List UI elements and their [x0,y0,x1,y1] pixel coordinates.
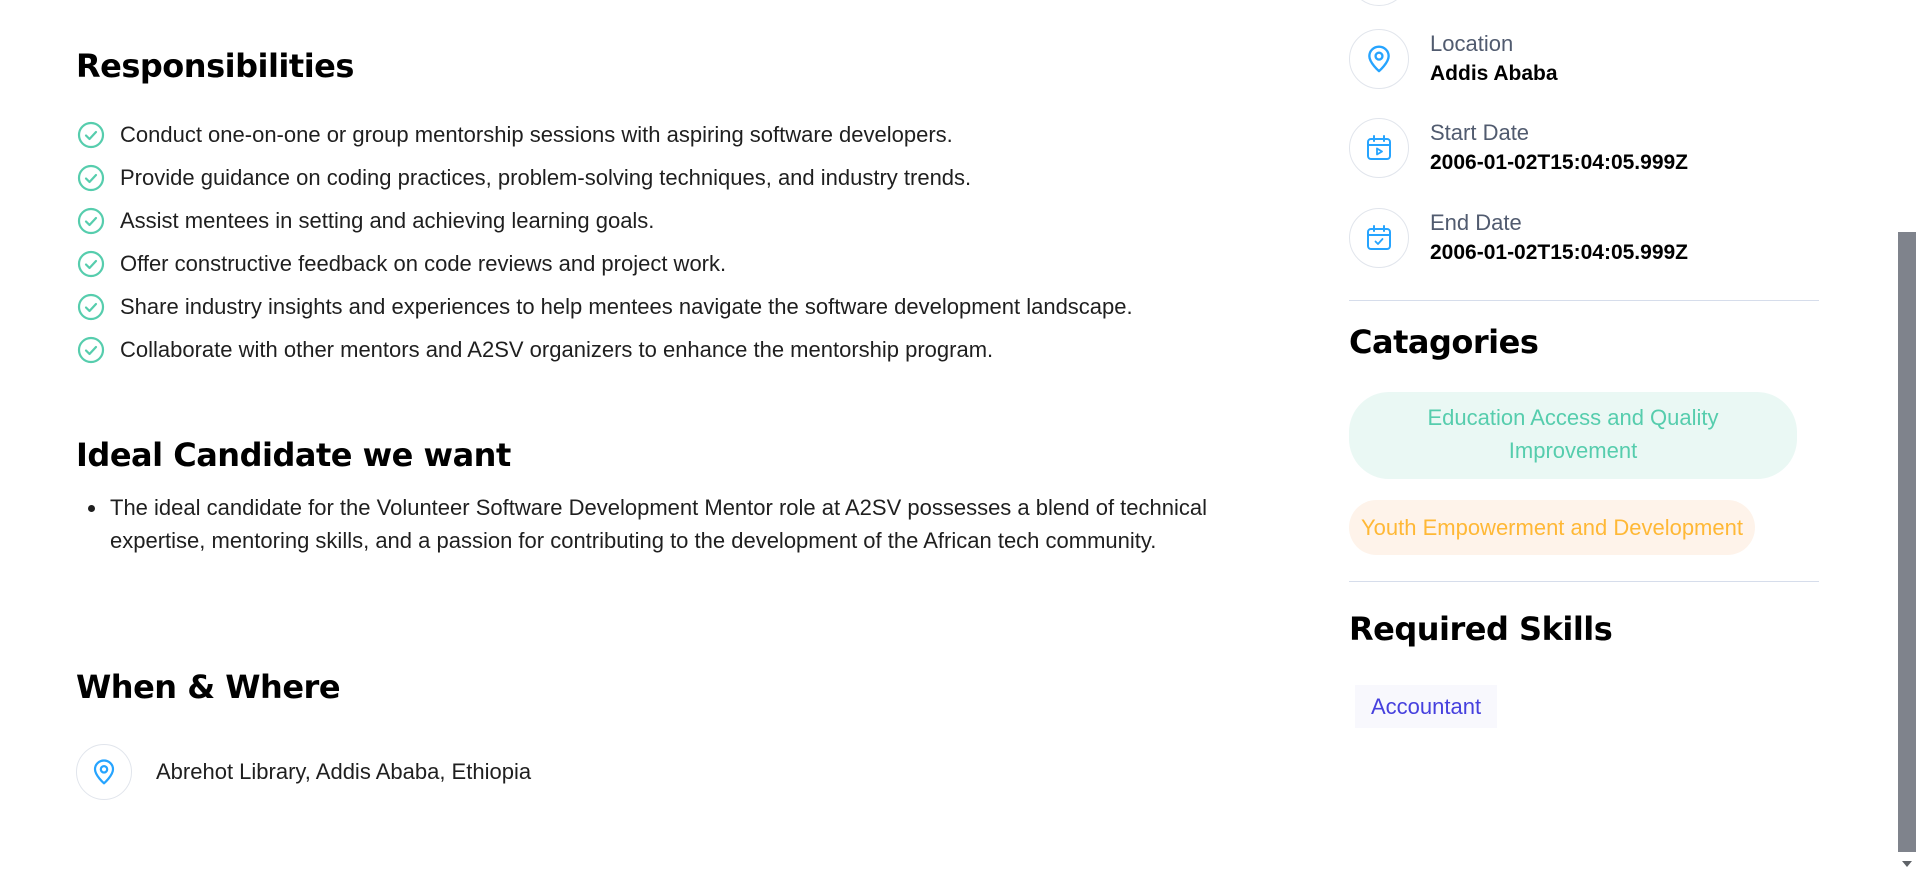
about-icon-partial [1349,0,1409,6]
calendar-check-icon [1349,208,1409,268]
check-circle-icon [76,292,106,322]
calendar-start-icon [1349,118,1409,178]
category-tag: Youth Empowerment and Development [1349,500,1755,555]
start-date-label: Start Date [1430,120,1530,145]
responsibility-item: Share industry insights and experiences … [76,285,1133,328]
end-date-info: End Date 2006-01-02T15:04:05.999Z [1349,208,1688,268]
location-label: Location [1430,31,1514,56]
responsibilities-title: Responsibilities [76,47,354,85]
scrollbar-thumb[interactable] [1898,232,1916,852]
responsibility-text: Assist mentees in setting and achieving … [120,207,655,233]
location-pin-icon [1349,29,1409,89]
check-circle-icon [76,206,106,236]
start-date-value: 2006-01-02T15:04:05.999Z [1430,151,1689,174]
event-location-text: Abrehot Library, Addis Ababa, Ethiopia [156,759,532,784]
categories-title: Catagories [1349,323,1539,361]
skill-tag: Accountant [1355,685,1498,728]
job-detail-page: Responsibilities Conduct one-on-one or g… [0,0,1918,871]
event-location-row: Abrehot Library, Addis Ababa, Ethiopia [76,744,531,800]
responsibility-item: Offer constructive feedback on code revi… [76,242,1133,285]
required-skills-title: Required Skills [1349,610,1613,648]
check-circle-icon [76,120,106,150]
category-tag: Education Access and Quality Improvement [1349,392,1797,479]
end-date-value: 2006-01-02T15:04:05.999Z [1430,241,1689,264]
divider [1349,300,1819,301]
responsibility-item: Conduct one-on-one or group mentorship s… [76,113,1133,156]
responsibility-text: Share industry insights and experiences … [120,293,1133,319]
location-value: Addis Ababa [1430,62,1558,85]
end-date-label: End Date [1430,210,1522,235]
start-date-info: Start Date 2006-01-02T15:04:05.999Z [1349,118,1688,178]
check-circle-icon [76,249,106,279]
responsibility-text: Offer constructive feedback on code revi… [120,250,727,276]
responsibility-text: Collaborate with other mentors and A2SV … [120,336,994,362]
location-info: Location Addis Ababa [1349,29,1558,89]
responsibilities-list: Conduct one-on-one or group mentorship s… [76,113,1133,371]
scroll-down-arrow-icon[interactable] [1902,861,1912,867]
location-pin-icon [76,744,132,800]
responsibility-item: Provide guidance on coding practices, pr… [76,156,1133,199]
check-circle-icon [76,163,106,193]
check-circle-icon [76,335,106,365]
responsibility-text: Provide guidance on coding practices, pr… [120,164,972,190]
divider [1349,581,1819,582]
ideal-candidate-list: The ideal candidate for the Volunteer So… [76,491,1308,557]
responsibility-text: Conduct one-on-one or group mentorship s… [120,121,953,147]
when-where-title: When & Where [76,668,341,706]
ideal-candidate-title: Ideal Candidate we want [76,436,511,474]
ideal-candidate-item: The ideal candidate for the Volunteer So… [108,491,1308,557]
responsibility-item: Collaborate with other mentors and A2SV … [76,328,1133,371]
vertical-scrollbar[interactable] [1896,0,1918,871]
responsibility-item: Assist mentees in setting and achieving … [76,199,1133,242]
